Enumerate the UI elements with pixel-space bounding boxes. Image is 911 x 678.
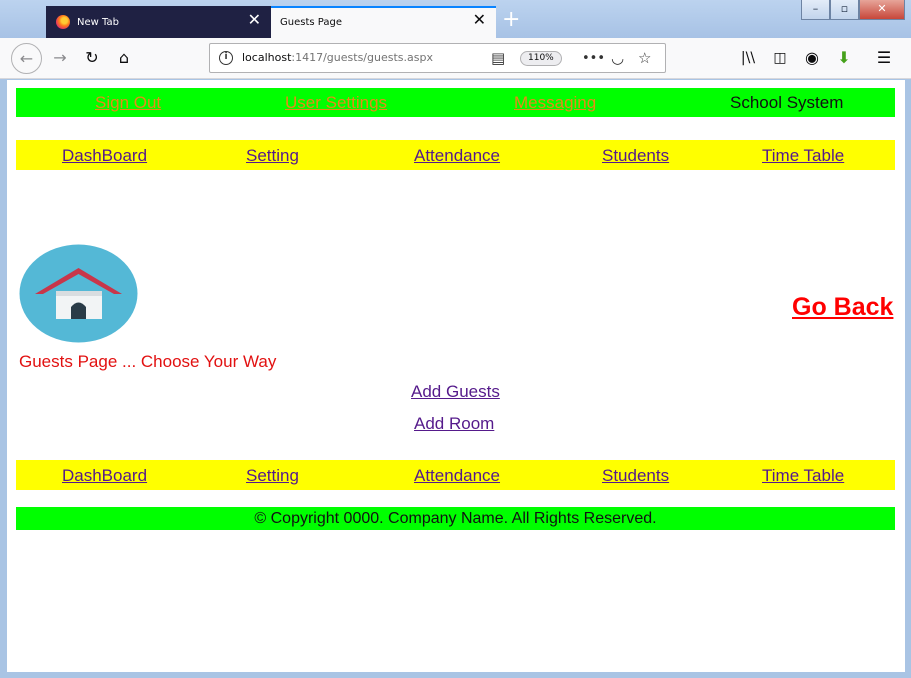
window-border-left [0,80,7,678]
library-icon[interactable]: |\\ [737,47,759,69]
sidebar-icon[interactable]: ◫ [769,47,791,69]
info-icon[interactable]: i [219,51,233,65]
window-border-bottom [0,672,911,678]
messaging-link[interactable]: Messaging [514,93,596,113]
new-tab-button[interactable]: + [502,9,520,31]
bookmark-star-icon[interactable]: ☆ [638,49,651,67]
account-icon[interactable]: ◉ [801,47,823,69]
home-button[interactable]: ⌂ [113,47,135,69]
window-controls: – ▫ ✕ [801,0,905,20]
page-actions-icon[interactable]: ••• [582,51,605,66]
menu-item-students[interactable]: Students [602,146,669,166]
sign-out-link[interactable]: Sign Out [95,93,161,113]
pocket-icon[interactable]: ◡ [611,49,624,67]
minimize-button[interactable]: – [801,0,830,20]
page-viewport: Sign Out User Settings Messaging School … [7,80,905,672]
browser-toolbar: ← → ↻ ⌂ i localhost:1417/guests/guests.a… [0,38,911,79]
close-tab-icon[interactable]: ✕ [473,12,486,28]
reload-button[interactable]: ↻ [81,47,103,69]
menu-item-students[interactable]: Students [602,466,669,486]
url-bar[interactable]: i localhost:1417/guests/guests.aspx ▤ 11… [209,43,666,73]
menu-item-attendance[interactable]: Attendance [414,146,500,166]
menu-item-dashboard[interactable]: DashBoard [62,146,147,166]
menu-item-dashboard[interactable]: DashBoard [62,466,147,486]
menu-item-time-table[interactable]: Time Table [762,466,844,486]
top-navigation-bar: Sign Out User Settings Messaging School … [16,88,895,117]
menu-item-attendance[interactable]: Attendance [414,466,500,486]
url-text[interactable]: localhost:1417/guests/guests.aspx [242,51,433,64]
menu-item-setting[interactable]: Setting [246,466,299,486]
firefox-icon [56,15,70,29]
menu-item-setting[interactable]: Setting [246,146,299,166]
add-guests-link[interactable]: Add Guests [411,382,500,402]
forward-button[interactable]: → [49,47,71,69]
menu-item-time-table[interactable]: Time Table [762,146,844,166]
reader-view-icon[interactable]: ▤ [491,49,505,67]
download-icon[interactable]: ⬇ [833,47,855,69]
tab-guests-page[interactable]: Guests Page ✕ [271,6,496,38]
menu-icon[interactable]: ☰ [873,47,895,69]
brand-title: School System [730,93,844,112]
close-tab-icon[interactable]: ✕ [248,12,261,28]
window-border-right [905,80,911,678]
menu-bar-top: DashBoard Setting Attendance Students Ti… [16,140,895,170]
home-icon [19,244,138,343]
zoom-level-badge[interactable]: 110% [520,51,562,66]
go-back-link[interactable]: Go Back [792,293,893,322]
tab-new-tab[interactable]: New Tab ✕ [46,6,271,38]
tab-title: Guests Page [280,17,342,28]
close-window-button[interactable]: ✕ [859,0,905,20]
menu-bar-bottom: DashBoard Setting Attendance Students Ti… [16,460,895,490]
page-subtitle: Guests Page ... Choose Your Way [19,352,277,371]
user-settings-link[interactable]: User Settings [285,93,387,113]
back-button[interactable]: ← [11,43,42,74]
maximize-button[interactable]: ▫ [830,0,859,20]
tab-title: New Tab [77,17,119,28]
footer-copyright: © Copyright 0000. Company Name. All Righ… [16,507,895,530]
add-room-link[interactable]: Add Room [414,414,494,434]
window-titlebar: New Tab ✕ Guests Page ✕ + – ▫ ✕ [0,0,911,38]
